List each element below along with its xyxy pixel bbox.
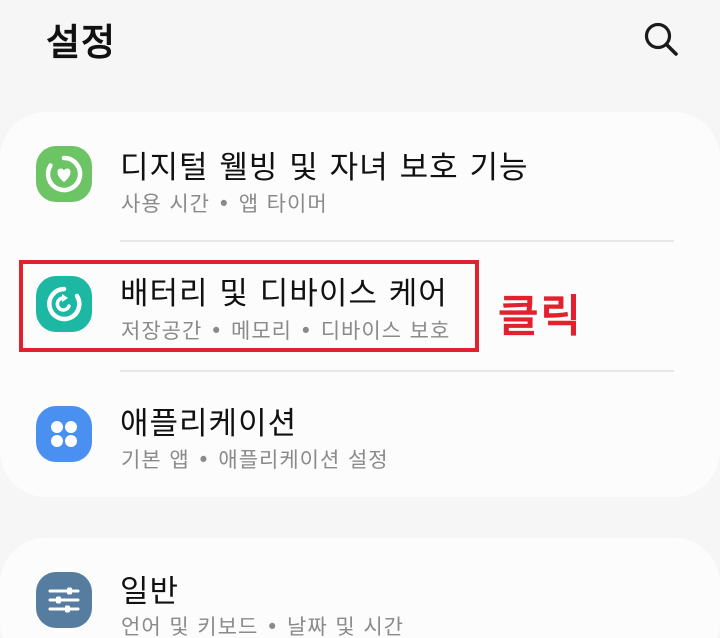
annotation-label: 클릭: [498, 291, 583, 342]
settings-item-wellbeing[interactable]: 디지털 웰빙 및 자녀 보호 기능 사용 시간 • 앱 타이머: [0, 112, 720, 236]
item-title: 애플리케이션: [120, 406, 298, 442]
search-button[interactable]: [640, 18, 682, 60]
page-title: 설정: [46, 21, 117, 64]
device-care-icon: [36, 276, 92, 332]
item-subtitle: 사용 시간 • 앱 타이머: [121, 192, 328, 216]
settings-group-2: 일반 언어 및 키보드 • 날짜 및 시간: [0, 538, 720, 638]
settings-group-1: 디지털 웰빙 및 자녀 보호 기능 사용 시간 • 앱 타이머 배터리 및 디바…: [0, 112, 720, 497]
item-subtitle: 저장공간 • 메모리 • 디바이스 보호: [121, 319, 451, 343]
settings-item-general[interactable]: 일반 언어 및 키보드 • 날짜 및 시간: [0, 538, 720, 638]
settings-item-battery[interactable]: 배터리 및 디바이스 케어 저장공간 • 메모리 • 디바이스 보호: [0, 242, 720, 366]
item-subtitle: 언어 및 키보드 • 날짜 및 시간: [121, 615, 404, 638]
search-icon: [644, 22, 678, 56]
header: 설정: [0, 0, 720, 90]
item-title: 배터리 및 디바이스 케어: [120, 276, 448, 312]
settings-item-apps[interactable]: 애플리케이션 기본 앱 • 애플리케이션 설정: [0, 372, 720, 496]
item-title: 디지털 웰빙 및 자녀 보호 기능: [120, 150, 529, 186]
sliders-icon: [36, 572, 92, 628]
wellbeing-icon: [36, 146, 92, 202]
item-subtitle: 기본 앱 • 애플리케이션 설정: [121, 448, 389, 472]
settings-screen: 설정 디지털 웰빙 및 자녀 보호 기능 사용 시간 • 앱 타이머 배터리 및…: [0, 0, 720, 638]
apps-grid-icon: [36, 406, 92, 462]
item-title: 일반: [120, 574, 180, 610]
